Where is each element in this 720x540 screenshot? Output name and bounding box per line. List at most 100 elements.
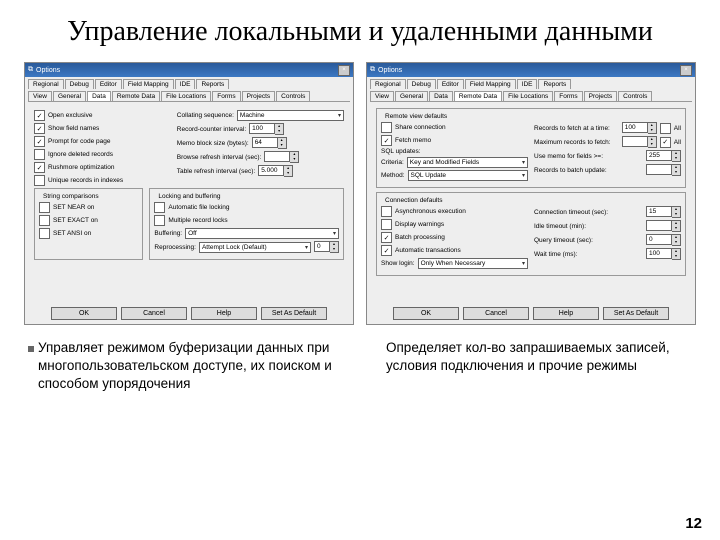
- set-near-checkbox[interactable]: [39, 202, 50, 213]
- share-conn-label: Share connection: [395, 124, 446, 131]
- collating-combo[interactable]: Machine: [237, 110, 344, 121]
- ignore-deleted-checkbox[interactable]: [34, 149, 45, 160]
- display-warn-label: Display warnings: [395, 221, 444, 228]
- tab-regional[interactable]: Regional: [28, 79, 64, 89]
- display-warn-checkbox[interactable]: [381, 219, 392, 230]
- tab-controls[interactable]: Controls: [618, 91, 652, 101]
- window-title: Options: [378, 67, 402, 74]
- reprocessing-spinner[interactable]: ▴▾: [314, 241, 339, 253]
- options-dialog-left: ⧉ Options × Regional Debug Editor Field …: [24, 62, 354, 325]
- idle-timeout-label: Idle timeout (min):: [534, 223, 643, 230]
- auto-lock-checkbox[interactable]: [154, 202, 165, 213]
- record-counter-spinner[interactable]: ▴▾: [249, 123, 284, 135]
- show-field-names-checkbox[interactable]: [34, 123, 45, 134]
- prompt-codepage-label: Prompt for code page: [48, 138, 111, 145]
- method-combo[interactable]: SQL Update: [408, 170, 529, 181]
- tab-controls[interactable]: Controls: [276, 91, 310, 101]
- window-title: Options: [36, 67, 60, 74]
- wait-time-spinner[interactable]: ▴▾: [646, 248, 681, 260]
- tab-projects[interactable]: Projects: [584, 91, 617, 101]
- batch-proc-checkbox[interactable]: [381, 232, 392, 243]
- tab-reports[interactable]: Reports: [196, 79, 229, 89]
- cancel-button[interactable]: Cancel: [463, 307, 529, 320]
- table-refresh-spinner[interactable]: ▴▾: [258, 165, 293, 177]
- tab-debug[interactable]: Debug: [65, 79, 94, 89]
- criteria-combo[interactable]: Key and Modified Fields: [407, 157, 528, 168]
- show-login-label: Show login:: [381, 260, 415, 267]
- table-refresh-label: Table refresh interval (sec):: [177, 168, 255, 175]
- tab-file-locations[interactable]: File Locations: [503, 91, 553, 101]
- set-exact-checkbox[interactable]: [39, 215, 50, 226]
- remote-view-defaults-group: Remote view defaults Share connection Fe…: [376, 108, 686, 188]
- tab-regional[interactable]: Regional: [370, 79, 406, 89]
- tab-general[interactable]: General: [53, 91, 86, 101]
- async-checkbox[interactable]: [381, 206, 392, 217]
- close-icon[interactable]: ×: [338, 65, 350, 76]
- all2-checkbox[interactable]: [660, 137, 671, 148]
- tab-ide[interactable]: IDE: [175, 79, 196, 89]
- tab-view[interactable]: View: [370, 91, 394, 101]
- tab-forms[interactable]: Forms: [554, 91, 582, 101]
- prompt-codepage-checkbox[interactable]: [34, 136, 45, 147]
- tab-data[interactable]: Data: [87, 91, 111, 101]
- remote-view-defaults-title: Remote view defaults: [383, 113, 449, 120]
- set-default-button[interactable]: Set As Default: [603, 307, 669, 320]
- max-records-spinner[interactable]: ▴▾: [622, 136, 657, 148]
- tab-debug[interactable]: Debug: [407, 79, 436, 89]
- set-default-button[interactable]: Set As Default: [261, 307, 327, 320]
- page-number: 12: [685, 515, 702, 532]
- help-button[interactable]: Help: [533, 307, 599, 320]
- ok-button[interactable]: OK: [393, 307, 459, 320]
- share-conn-checkbox[interactable]: [381, 122, 392, 133]
- all1-checkbox[interactable]: [660, 123, 671, 134]
- tab-remote-data[interactable]: Remote Data: [454, 91, 502, 101]
- multi-lock-label: Multiple record locks: [168, 217, 227, 224]
- tab-ide[interactable]: IDE: [517, 79, 538, 89]
- close-icon[interactable]: ×: [680, 65, 692, 76]
- memo-spinner[interactable]: ▴▾: [252, 137, 287, 149]
- ok-button[interactable]: OK: [51, 307, 117, 320]
- tab-editor[interactable]: Editor: [437, 79, 464, 89]
- records-fetch-spinner[interactable]: ▴▾: [622, 122, 657, 134]
- browse-refresh-spinner[interactable]: ▴▾: [264, 151, 299, 163]
- conn-timeout-label: Connection timeout (sec):: [534, 209, 643, 216]
- cancel-button[interactable]: Cancel: [121, 307, 187, 320]
- tab-field-mapping[interactable]: Field Mapping: [465, 79, 516, 89]
- tab-reports[interactable]: Reports: [538, 79, 571, 89]
- records-batch-spinner[interactable]: ▴▾: [646, 164, 681, 176]
- help-button[interactable]: Help: [191, 307, 257, 320]
- auto-trans-label: Automatic transactions: [395, 247, 461, 254]
- set-ansi-checkbox[interactable]: [39, 228, 50, 239]
- auto-trans-checkbox[interactable]: [381, 245, 392, 256]
- async-label: Asynchronous execution: [395, 208, 466, 215]
- idle-timeout-spinner[interactable]: ▴▾: [646, 220, 681, 232]
- fetch-memo-checkbox[interactable]: [381, 135, 392, 146]
- tab-forms[interactable]: Forms: [212, 91, 240, 101]
- rushmore-checkbox[interactable]: [34, 162, 45, 173]
- locking-buffering-title: Locking and buffering: [156, 193, 222, 200]
- tab-editor[interactable]: Editor: [95, 79, 122, 89]
- conn-timeout-spinner[interactable]: ▴▾: [646, 206, 681, 218]
- use-memo-spinner[interactable]: ▴▾: [646, 150, 681, 162]
- window-icon: ⧉: [370, 66, 375, 74]
- show-login-combo[interactable]: Only When Necessary: [418, 258, 528, 269]
- use-memo-label: Use memo for fields >=:: [534, 153, 643, 160]
- open-exclusive-checkbox[interactable]: [34, 110, 45, 121]
- bullet-icon: [28, 346, 34, 352]
- tab-general[interactable]: General: [395, 91, 428, 101]
- buffering-combo[interactable]: Off: [185, 228, 339, 239]
- tab-data[interactable]: Data: [429, 91, 453, 101]
- button-bar: OK Cancel Help Set As Default: [25, 303, 353, 324]
- reprocessing-combo[interactable]: Attempt Lock (Default): [199, 242, 311, 253]
- multi-lock-checkbox[interactable]: [154, 215, 165, 226]
- tab-projects[interactable]: Projects: [242, 91, 275, 101]
- tab-view[interactable]: View: [28, 91, 52, 101]
- fetch-memo-label: Fetch memo: [395, 137, 431, 144]
- open-exclusive-label: Open exclusive: [48, 112, 92, 119]
- tab-remote-data[interactable]: Remote Data: [112, 91, 160, 101]
- tab-field-mapping[interactable]: Field Mapping: [123, 79, 174, 89]
- criteria-label: Criteria:: [381, 159, 404, 166]
- query-timeout-spinner[interactable]: ▴▾: [646, 234, 681, 246]
- tab-file-locations[interactable]: File Locations: [161, 91, 211, 101]
- unique-idx-checkbox[interactable]: [34, 175, 45, 186]
